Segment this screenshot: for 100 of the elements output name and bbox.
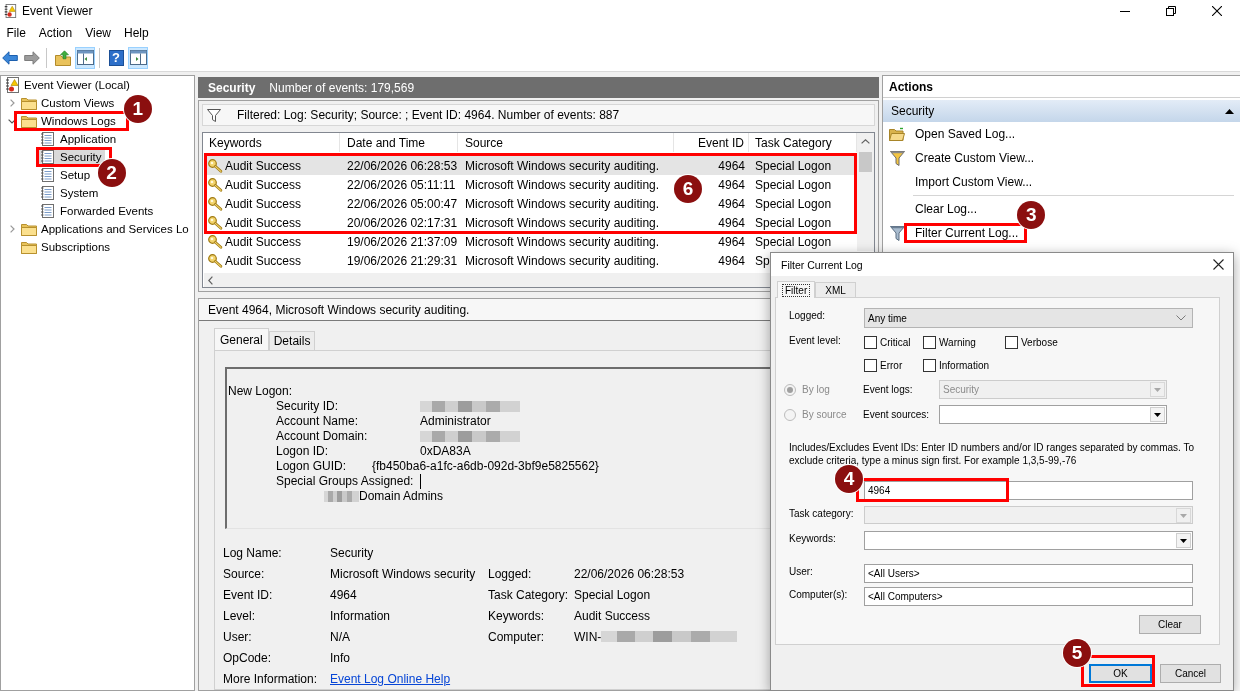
event-id: 4964 [718,196,745,211]
field-label: Keywords: [789,532,837,546]
property-label: Event ID: [223,587,274,602]
checkbox[interactable] [923,358,936,372]
field-label: Event logs: [863,384,914,395]
key-icon [207,196,223,211]
tree-item[interactable]: Custom Views [20,94,118,112]
funnel-icon[interactable] [889,225,905,241]
actions-section-header[interactable]: Security [883,100,1240,122]
tree-item[interactable]: Setup [39,166,94,184]
property-label: Logged: [488,566,533,581]
tree-item[interactable]: Application [39,130,120,148]
restore-icon[interactable] [1166,6,1176,16]
event-date: 22/06/2026 05:11:11 [347,177,456,192]
command-link[interactable]: Import Custom View... [915,175,1033,189]
key-icon [207,253,223,268]
description-text: Domain Admins [359,489,444,503]
close-icon[interactable] [1212,6,1222,16]
step-marker: 5 [1063,639,1091,667]
key-icon [207,177,223,192]
logged-dropdown[interactable]: Any time [864,308,1193,328]
event-category: Special Logon [755,215,832,230]
event-keyword: Audit Success [225,158,302,173]
menu-item[interactable]: Help [117,23,156,43]
level-option[interactable]: Error [864,358,923,372]
folder-icon [21,222,37,236]
property-value: 4964 [330,587,357,602]
field-label: Event sources: [863,409,931,420]
chevron-down-icon[interactable] [1176,315,1186,321]
vertical-scrollbar[interactable] [857,133,874,251]
funnel-icon[interactable] [889,150,905,166]
command-link[interactable]: Open Saved Log... [915,127,1016,141]
tab[interactable]: Details [268,331,316,350]
column-header[interactable]: Date and Time [340,133,458,152]
description-text: Special Groups Assigned: [276,474,415,488]
event-title: Event 4964, Microsoft Windows security auditing. [208,302,470,317]
dialog-button[interactable]: Cancel [1160,664,1221,683]
close-icon[interactable] [1213,259,1224,270]
property-value: Audit Success [574,608,651,623]
event-ids-field[interactable]: 4964 [864,481,1193,500]
column-header[interactable]: Event ID [674,133,749,152]
command-link[interactable]: Clear Log... [915,202,978,216]
command-link[interactable]: Create Custom View... [915,151,1035,165]
folder-icon [21,96,37,110]
level-option[interactable]: Warning [923,335,1005,349]
key-icon [207,158,223,173]
clear-button[interactable]: Clear [1139,615,1201,634]
checkbox[interactable] [923,335,936,349]
tree-item[interactable]: Applications and Services Lo [20,220,192,238]
column-header[interactable]: Source [458,133,674,152]
event-date: 22/06/2026 05:00:47 [347,196,458,211]
up-triangle-icon[interactable] [1225,108,1234,114]
tree-item[interactable]: Event Viewer (Local) [3,76,133,94]
tree-item[interactable]: Forwarded Events [39,202,157,220]
tab[interactable]: Filter [777,281,816,298]
event-date: 19/06/2026 21:29:31 [347,253,458,268]
event-ids-hint: Includes/Excludes Event IDs: Enter ID numbers and/or ID ranges separated by commas. To exclude criteria, type a minus sign first. For example 1,3,5-99,-76 [789,441,1195,467]
event-id: 4964 [718,234,745,249]
description-text-area[interactable]: New Logon: Security ID: Account Name: Administrator Account Domain: Logon ID: 0xDA83A Logon GUID: {fb450ba6-a1fc-a6db-092d-3bf9e5825562} Special Groups Assigned: Domain Admins [225,367,771,529]
chevron-right-icon[interactable] [9,225,15,233]
chevron-down-icon[interactable] [8,118,16,124]
level-option[interactable]: Information [923,358,1005,372]
property-value: Special Logon [574,587,651,602]
tab[interactable]: General [214,328,269,350]
scrollbar-thumb[interactable] [859,152,872,172]
menu-item[interactable]: File [0,23,33,43]
event-id: 4964 [718,177,745,192]
folder-icon [21,114,37,128]
menu-item[interactable]: View [78,23,118,43]
command-link[interactable]: Filter Current Log... [915,226,1019,240]
event-keyword: Audit Success [225,215,302,230]
property-value: Info [330,650,350,665]
tree-item[interactable]: Windows Logs [20,112,119,130]
computer-field[interactable]: <All Computers> [864,587,1193,606]
level-option[interactable]: Critical [864,335,923,349]
event-date: 20/06/2026 02:17:31 [347,215,458,230]
menu-item[interactable]: Action [32,23,79,43]
level-option[interactable]: Verbose [1005,335,1201,349]
minimize-icon[interactable] [1120,10,1130,12]
key-icon [207,234,223,249]
chevron-up-icon[interactable] [861,139,870,144]
dialog-button[interactable]: OK [1089,664,1152,683]
open-folder-icon[interactable] [889,127,905,141]
description-text: Logon ID: 0xDA83A [276,444,471,458]
horizontal-scrollbar[interactable] [204,273,770,287]
chevron-left-icon[interactable] [208,275,213,285]
help-link[interactable]: Event Log Online Help [330,671,451,686]
checkbox[interactable] [864,335,877,349]
chevron-right-icon[interactable] [9,99,15,107]
checkbox[interactable] [864,358,877,372]
tree-item[interactable]: Subscriptions [20,238,114,256]
step-marker: 6 [674,175,702,203]
column-header[interactable]: Keywords [204,133,340,152]
checkbox[interactable] [1005,335,1018,349]
key-icon [207,215,223,230]
step-marker: 3 [1017,201,1046,229]
property-label: Computer: [488,629,546,644]
tree-item[interactable]: System [39,184,102,202]
user-field[interactable]: <All Users> [864,564,1193,583]
tab[interactable]: XML [815,282,856,297]
